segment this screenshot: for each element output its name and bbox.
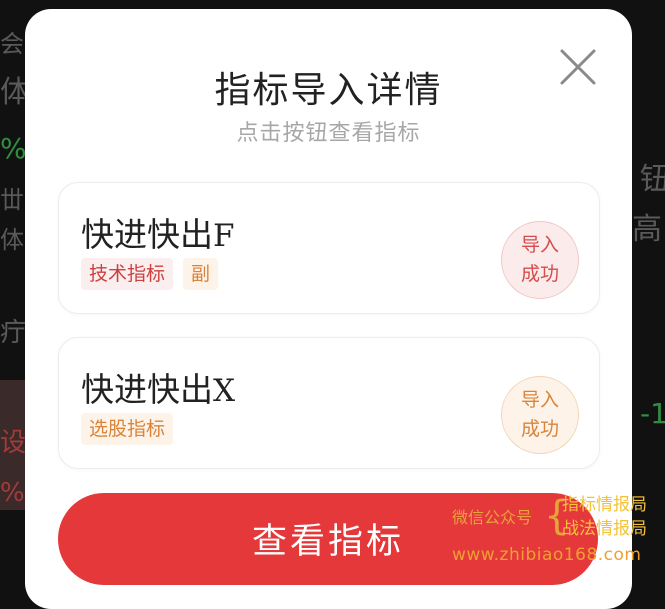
bg-fragment: 体 (0, 226, 24, 254)
bg-fragment: 疔 (0, 318, 27, 348)
tag-sub: 副 (183, 258, 219, 290)
watermark-label: 微信公众号 (452, 508, 533, 527)
import-success-badge: 导入 成功 (501, 221, 579, 299)
bg-fragment: 钮 (640, 162, 665, 197)
watermark-url: www.zhibiao168.com (452, 545, 642, 565)
bg-fragment: % (0, 132, 27, 165)
badge-line2: 成功 (520, 263, 559, 285)
indicator-name: 快进快出F (81, 208, 235, 256)
badge-line1: 导入 (520, 234, 559, 256)
dialog-title: 指标导入详情 (214, 70, 443, 111)
indicator-name: 快进快出X (81, 363, 235, 411)
badge-line2: 成功 (520, 418, 559, 440)
bg-fragment: 设 (0, 428, 27, 458)
watermark: 微信公众号 { 指标情报局 战法情报局 www.zhibiao168.com (452, 492, 662, 568)
watermark-line2: 战法情报局 (562, 519, 647, 539)
indicator-tags: 选股指标 (81, 413, 174, 445)
bg-fragment: -1. (640, 397, 665, 430)
badge-line1: 导入 (520, 389, 559, 411)
indicator-name-suffix: X (213, 373, 236, 409)
indicator-name-suffix: F (213, 218, 235, 254)
tag-technical: 技术指标 (81, 258, 174, 290)
indicator-name-cn: 快进快出 (81, 215, 213, 254)
tag-stock-selection: 选股指标 (81, 413, 174, 445)
bg-fragment: 高 (632, 212, 662, 247)
import-success-badge: 导入 成功 (501, 376, 579, 454)
close-icon[interactable] (558, 47, 598, 87)
bg-fragment: 会 (0, 30, 24, 58)
watermark-line1: 指标情报局 (562, 495, 647, 515)
indicator-tags: 技术指标 副 (81, 258, 219, 290)
dialog-subtitle: 点击按钮查看指标 (236, 121, 421, 146)
indicator-card[interactable]: 快进快出F 技术指标 副 导入 成功 (58, 182, 600, 314)
bg-fragment: % (0, 478, 25, 508)
indicator-card[interactable]: 快进快出X 选股指标 导入 成功 (58, 337, 600, 469)
bg-fragment: 丗 (0, 186, 24, 214)
indicator-name-cn: 快进快出 (81, 370, 213, 409)
